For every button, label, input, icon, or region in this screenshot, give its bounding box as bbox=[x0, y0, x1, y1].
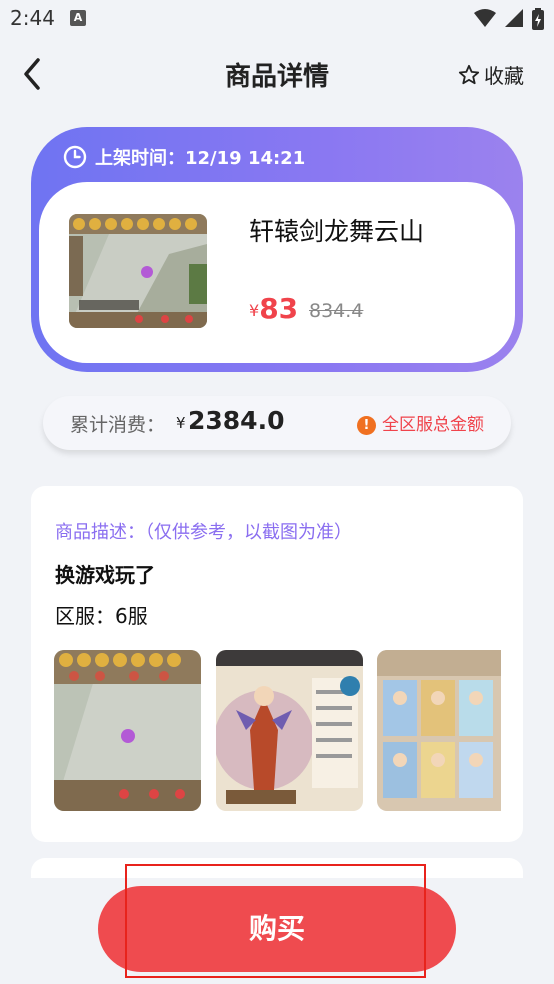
current-price: ¥83 bbox=[249, 292, 298, 325]
signal-icon bbox=[504, 9, 523, 27]
original-price: 834.4 bbox=[309, 300, 364, 322]
buy-button[interactable]: 购买 bbox=[98, 886, 456, 972]
screenshot-thumb[interactable] bbox=[377, 650, 501, 811]
notification-icon: A bbox=[70, 10, 86, 26]
product-card: 上架时间：12/19 14:21 轩辕剑龙舞云山 ¥83 834.4 bbox=[31, 127, 523, 372]
description-label: 商品描述：（仅供参考，以截图为准） bbox=[55, 522, 352, 543]
cumulative-spending-bar: 累计消费： ¥ 2384.0 ! 全区服总金额 bbox=[43, 396, 511, 450]
star-icon bbox=[458, 64, 480, 85]
status-bar: 2:44 A bbox=[0, 0, 554, 40]
character-screenshot-image bbox=[216, 650, 363, 811]
game-screenshot-image bbox=[54, 650, 201, 811]
product-name: 轩辕剑龙舞云山 bbox=[249, 217, 425, 246]
description-card: 商品描述：（仅供参考，以截图为准） 换游戏玩了 区服：6服 bbox=[31, 486, 523, 842]
wifi-icon bbox=[473, 9, 496, 27]
spending-currency: ¥ bbox=[176, 414, 186, 432]
screenshot-thumb[interactable] bbox=[216, 650, 363, 811]
header: 商品详情 收藏 bbox=[0, 40, 554, 110]
product-info[interactable]: 轩辕剑龙舞云山 ¥83 834.4 bbox=[39, 182, 515, 363]
spending-label: 累计消费： bbox=[70, 414, 166, 436]
favorite-button[interactable]: 收藏 bbox=[458, 60, 524, 89]
listed-time-text: 上架时间：12/19 14:21 bbox=[95, 148, 306, 169]
cards-screenshot-image bbox=[377, 650, 501, 811]
product-thumbnail[interactable] bbox=[69, 214, 207, 328]
status-time: 2:44 bbox=[10, 6, 55, 30]
screenshot-gallery[interactable] bbox=[54, 650, 501, 812]
clock-icon bbox=[63, 145, 87, 169]
favorite-label: 收藏 bbox=[484, 64, 524, 88]
battery-icon bbox=[532, 8, 544, 30]
next-section-card bbox=[31, 858, 523, 878]
currency-symbol: ¥ bbox=[249, 301, 260, 320]
server-info: 区服：6服 bbox=[55, 604, 148, 628]
price-value: 83 bbox=[259, 292, 299, 325]
spending-note-text: 全区服总金额 bbox=[382, 415, 484, 435]
screenshot-thumb[interactable] bbox=[54, 650, 201, 811]
spending-value: 2384.0 bbox=[188, 406, 285, 435]
system-icons bbox=[470, 8, 544, 30]
info-icon: ! bbox=[357, 416, 376, 435]
listed-time: 上架时间：12/19 14:21 bbox=[63, 144, 305, 170]
description-text: 换游戏玩了 bbox=[55, 563, 155, 587]
spending-note[interactable]: ! 全区服总金额 bbox=[357, 410, 484, 435]
game-scene-image bbox=[69, 214, 207, 328]
